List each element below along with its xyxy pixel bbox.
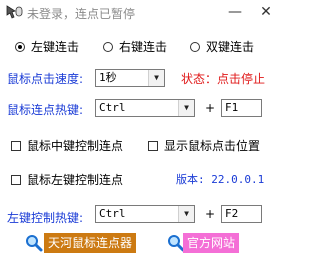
checkbox-label: 显示鼠标点击位置 xyxy=(164,139,261,153)
hotkey-modifier-select[interactable]: Ctrl ▼ xyxy=(95,99,195,117)
radio-label: 右键连击 xyxy=(119,40,168,54)
checkbox-indicator xyxy=(148,140,158,151)
hotkey-label: 鼠标连点热键: xyxy=(7,103,84,117)
left-hotkey-key-input[interactable]: F2 xyxy=(221,205,262,223)
checkbox-middle-click-control[interactable]: 鼠标中键控制连点 xyxy=(11,137,123,154)
speed-select[interactable]: 1秒 ▼ xyxy=(95,69,165,87)
checkbox-label: 鼠标左键控制连点 xyxy=(27,173,124,187)
magnifier-icon xyxy=(26,235,43,252)
radio-indicator xyxy=(190,41,200,52)
speed-label: 鼠标点击速度: xyxy=(7,72,84,86)
checkbox-show-click-position[interactable]: 显示鼠标点击位置 xyxy=(148,137,260,154)
checkbox-left-click-control[interactable]: 鼠标左键控制连点 xyxy=(11,171,123,188)
speed-value: 1秒 xyxy=(99,71,117,84)
checkbox-label: 鼠标中键控制连点 xyxy=(27,139,124,153)
mouse-pointer-icon xyxy=(6,5,23,19)
left-hotkey-label: 左键控制热键: xyxy=(7,211,84,225)
chevron-down-icon: ▼ xyxy=(148,70,164,86)
close-button[interactable]: ✕ xyxy=(257,4,275,20)
window-title: 未登录，连点已暂停 xyxy=(27,7,136,21)
radio-right-click[interactable]: 右键连击 xyxy=(103,38,167,55)
chevron-down-icon: ▼ xyxy=(178,206,194,222)
radio-selected-indicator xyxy=(15,41,25,52)
app-home-button[interactable]: 天河鼠标连点器 xyxy=(44,233,137,253)
version-text: 版本: 22.0.0.1 xyxy=(176,173,265,186)
radio-label: 双键连击 xyxy=(206,40,255,54)
radio-indicator xyxy=(103,41,113,52)
radio-label: 左键连击 xyxy=(31,40,80,54)
official-site-button[interactable]: 官方网站 xyxy=(183,233,240,253)
left-hotkey-modifier-value: Ctrl xyxy=(99,207,126,220)
radio-double-click[interactable]: 双键连击 xyxy=(190,38,254,55)
minimize-button[interactable]: — xyxy=(226,4,244,20)
radio-left-click[interactable]: 左键连击 xyxy=(15,38,79,55)
checkbox-indicator xyxy=(11,174,21,185)
status-text: 状态：点击停止 xyxy=(181,72,266,86)
left-hotkey-modifier-select[interactable]: Ctrl ▼ xyxy=(95,205,195,223)
hotkey-modifier-value: Ctrl xyxy=(99,101,126,114)
plus-sign: + xyxy=(205,101,216,115)
chevron-down-icon: ▼ xyxy=(178,100,194,116)
checkbox-indicator xyxy=(11,140,21,151)
plus-sign: + xyxy=(205,207,216,221)
hotkey-key-input[interactable]: F1 xyxy=(221,99,262,117)
